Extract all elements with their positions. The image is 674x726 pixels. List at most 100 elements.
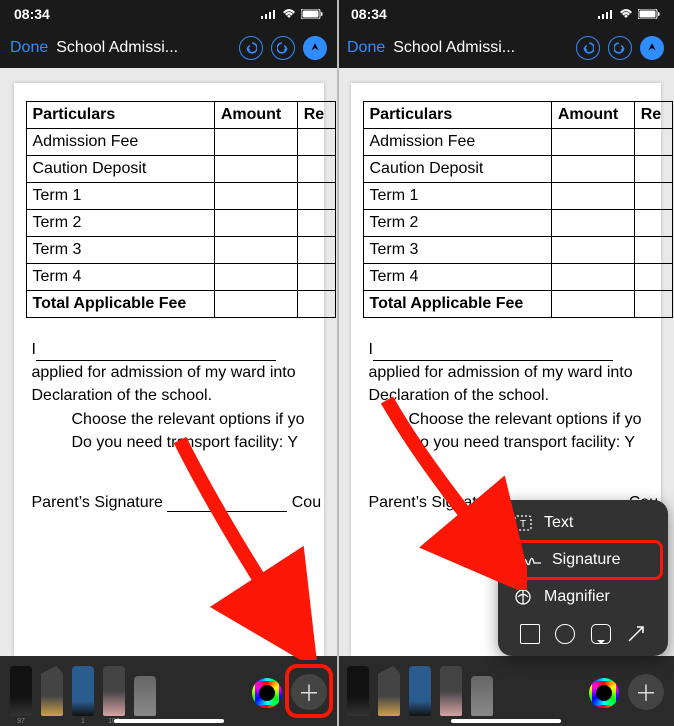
- text: Cou: [287, 494, 321, 511]
- menu-item-magnifier[interactable]: Magnifier: [498, 580, 668, 614]
- menu-shapes-row: [498, 614, 668, 650]
- menu-item-text[interactable]: T Text: [498, 506, 668, 540]
- table-cell: [551, 264, 634, 291]
- table-cell: [214, 264, 297, 291]
- th-re: Re: [634, 102, 672, 129]
- table-cell: [551, 210, 634, 237]
- table-cell: [214, 156, 297, 183]
- pencil-tool[interactable]: [409, 666, 431, 716]
- pencil-tool[interactable]: [72, 666, 94, 716]
- markup-toolbar-top: Done School Admissi...: [337, 28, 674, 68]
- done-button[interactable]: Done: [347, 39, 385, 57]
- table-cell: Term 3: [26, 237, 214, 264]
- table-cell-total: Total Applicable Fee: [363, 291, 551, 318]
- highlighter-tool[interactable]: [41, 666, 63, 716]
- table-cell: [297, 237, 335, 264]
- home-indicator: [114, 719, 224, 723]
- wifi-icon: [282, 6, 296, 22]
- markup-toggle-button[interactable]: [640, 36, 664, 60]
- battery-icon: [638, 6, 660, 22]
- fee-table: Particulars Amount Re Admission Fee Caut…: [363, 101, 673, 318]
- pdf-page: Particulars Amount Re Admission Fee Caut…: [14, 83, 324, 656]
- th-amount: Amount: [214, 102, 297, 129]
- status-time: 08:34: [14, 6, 50, 22]
- add-button[interactable]: ＋: [628, 674, 664, 710]
- color-picker[interactable]: [589, 678, 619, 708]
- declaration-para: I applied for admission of my ward into …: [369, 338, 661, 454]
- magnifier-icon: [512, 588, 534, 606]
- color-picker[interactable]: [252, 678, 282, 708]
- table-cell: Admission Fee: [363, 129, 551, 156]
- menu-item-signature[interactable]: Signature: [503, 540, 663, 580]
- text: Choose the relevant options if yo: [72, 411, 305, 428]
- table-cell: Caution Deposit: [26, 156, 214, 183]
- table-cell: [297, 264, 335, 291]
- table-cell: [634, 291, 672, 318]
- status-bar: 08:34: [337, 0, 674, 28]
- pen-tool[interactable]: [10, 666, 32, 716]
- table-cell: [297, 156, 335, 183]
- text: applied for admission of my ward into: [369, 364, 633, 381]
- wifi-icon: [619, 6, 633, 22]
- screenshot-left: 08:34 Done School Admissi... Particulars…: [0, 0, 337, 726]
- table-cell: [551, 291, 634, 318]
- table-cell: Term 1: [26, 183, 214, 210]
- eraser-tool[interactable]: [103, 666, 125, 716]
- screenshot-right: 08:34 Done School Admissi... Particulars…: [337, 0, 674, 726]
- shape-speech-bubble[interactable]: [591, 624, 611, 644]
- redo-button[interactable]: [271, 36, 295, 60]
- table-cell: [551, 183, 634, 210]
- table-cell-total: Total Applicable Fee: [26, 291, 214, 318]
- table-cell: Term 1: [363, 183, 551, 210]
- image-divider: [337, 0, 339, 726]
- text-icon: T: [512, 514, 534, 532]
- table-cell: [297, 129, 335, 156]
- shape-square[interactable]: [520, 624, 540, 644]
- th-particulars: Particulars: [363, 102, 551, 129]
- done-button[interactable]: Done: [10, 39, 48, 57]
- markup-toolbar-top: Done School Admissi...: [0, 28, 337, 68]
- blank-line: [167, 496, 287, 512]
- table-cell: [297, 183, 335, 210]
- table-cell: [214, 210, 297, 237]
- text: Parent’s Signature: [32, 494, 168, 511]
- text: Do you need transport facility: Y: [72, 434, 299, 451]
- redo-button[interactable]: [608, 36, 632, 60]
- table-cell: Term 2: [363, 210, 551, 237]
- ruler-tool[interactable]: [134, 676, 156, 716]
- document-viewport[interactable]: Particulars Amount Re Admission Fee Caut…: [0, 68, 337, 656]
- status-indicators: [598, 6, 660, 22]
- th-amount: Amount: [551, 102, 634, 129]
- battery-icon: [301, 6, 323, 22]
- highlighter-tool[interactable]: [378, 666, 400, 716]
- table-cell: [214, 183, 297, 210]
- text: Declaration of the school.: [32, 387, 213, 404]
- markup-toggle-button[interactable]: [303, 36, 327, 60]
- table-cell: [551, 129, 634, 156]
- signature-icon: [520, 553, 542, 567]
- status-time: 08:34: [351, 6, 387, 22]
- table-cell: Term 4: [363, 264, 551, 291]
- undo-button[interactable]: [239, 36, 263, 60]
- undo-button[interactable]: [576, 36, 600, 60]
- svg-text:T: T: [520, 519, 526, 530]
- text: applied for admission of my ward into: [32, 364, 296, 381]
- text: Do you need transport facility: Y: [409, 434, 636, 451]
- document-title: School Admissi...: [393, 39, 568, 57]
- eraser-tool[interactable]: [440, 666, 462, 716]
- table-cell: [214, 129, 297, 156]
- markup-toolbar-bottom: ＋: [337, 656, 674, 726]
- pen-tool[interactable]: [347, 666, 369, 716]
- menu-label: Magnifier: [544, 588, 610, 606]
- shape-arrow[interactable]: [626, 624, 646, 644]
- shape-circle[interactable]: [555, 624, 575, 644]
- signal-icon: [261, 6, 277, 22]
- home-indicator: [451, 719, 561, 723]
- add-button[interactable]: ＋: [291, 674, 327, 710]
- document-title: School Admissi...: [56, 39, 231, 57]
- table-cell: [634, 183, 672, 210]
- ruler-tool[interactable]: [471, 676, 493, 716]
- table-cell: Admission Fee: [26, 129, 214, 156]
- blank-line: [373, 345, 613, 361]
- declaration-para: I applied for admission of my ward into …: [32, 338, 324, 454]
